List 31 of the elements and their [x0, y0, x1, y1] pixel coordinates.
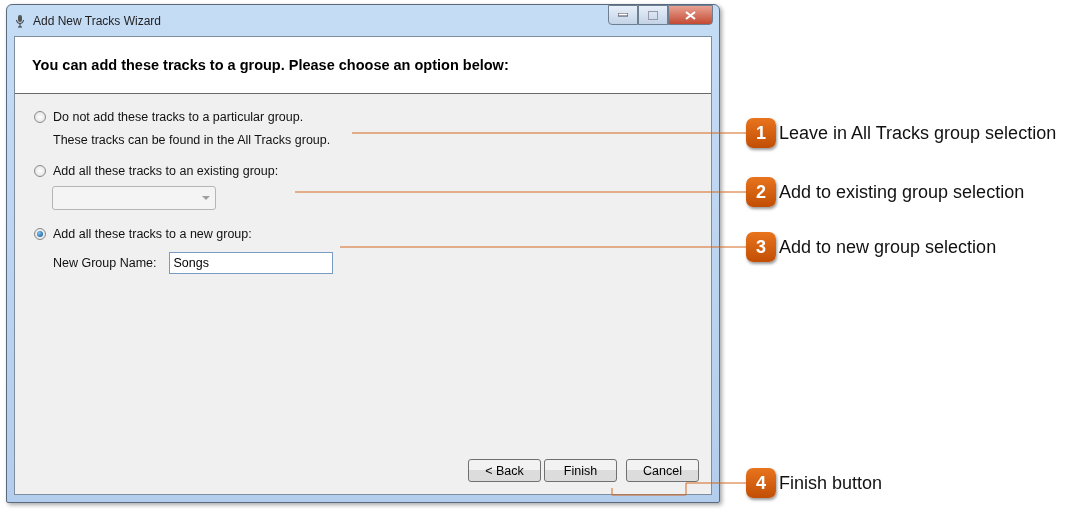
callout-text: Add to existing group selection — [779, 181, 1025, 203]
maximize-icon — [648, 10, 658, 20]
close-icon — [685, 10, 696, 20]
group-name-field[interactable]: Songs — [168, 252, 333, 274]
wizard-button[interactable]: Cancel — [626, 459, 699, 482]
option-label: Add all these tracks to a new group: — [53, 227, 252, 241]
caret-icon — [202, 196, 210, 200]
wizard-heading: You can add these tracks to a group. Please choose an option below: — [32, 57, 509, 73]
callout-text: Finish button — [779, 472, 883, 494]
maximize-button[interactable] — [638, 5, 668, 25]
radio-button[interactable] — [34, 111, 46, 123]
callout-number: 3 — [746, 232, 776, 262]
callout-text: Add to new group selection — [779, 236, 997, 258]
window-title: Add New Tracks Wizard — [33, 13, 162, 28]
option-label: Add all these tracks to an existing group: — [53, 164, 279, 178]
wizard-button[interactable]: Finish — [544, 459, 617, 482]
option-note: These tracks can be found in the All Tracks group. — [53, 133, 332, 147]
option-label: Do not add these tracks to a particular group. — [53, 110, 304, 124]
wizard-button[interactable]: < Back — [468, 459, 541, 482]
minimize-button[interactable] — [608, 5, 638, 25]
radio-button[interactable] — [34, 165, 46, 177]
close-button[interactable] — [668, 5, 713, 25]
group-dropdown[interactable] — [52, 186, 216, 210]
callout-number: 4 — [746, 468, 776, 498]
callout-number: 1 — [746, 118, 776, 148]
field-label: New Group Name: — [53, 256, 157, 270]
microphone-icon — [15, 13, 25, 28]
radio-button[interactable] — [34, 228, 46, 240]
minimize-icon — [618, 13, 628, 17]
callout-text: Leave in All Tracks group selection — [779, 122, 1057, 144]
callout-number: 2 — [746, 177, 776, 207]
